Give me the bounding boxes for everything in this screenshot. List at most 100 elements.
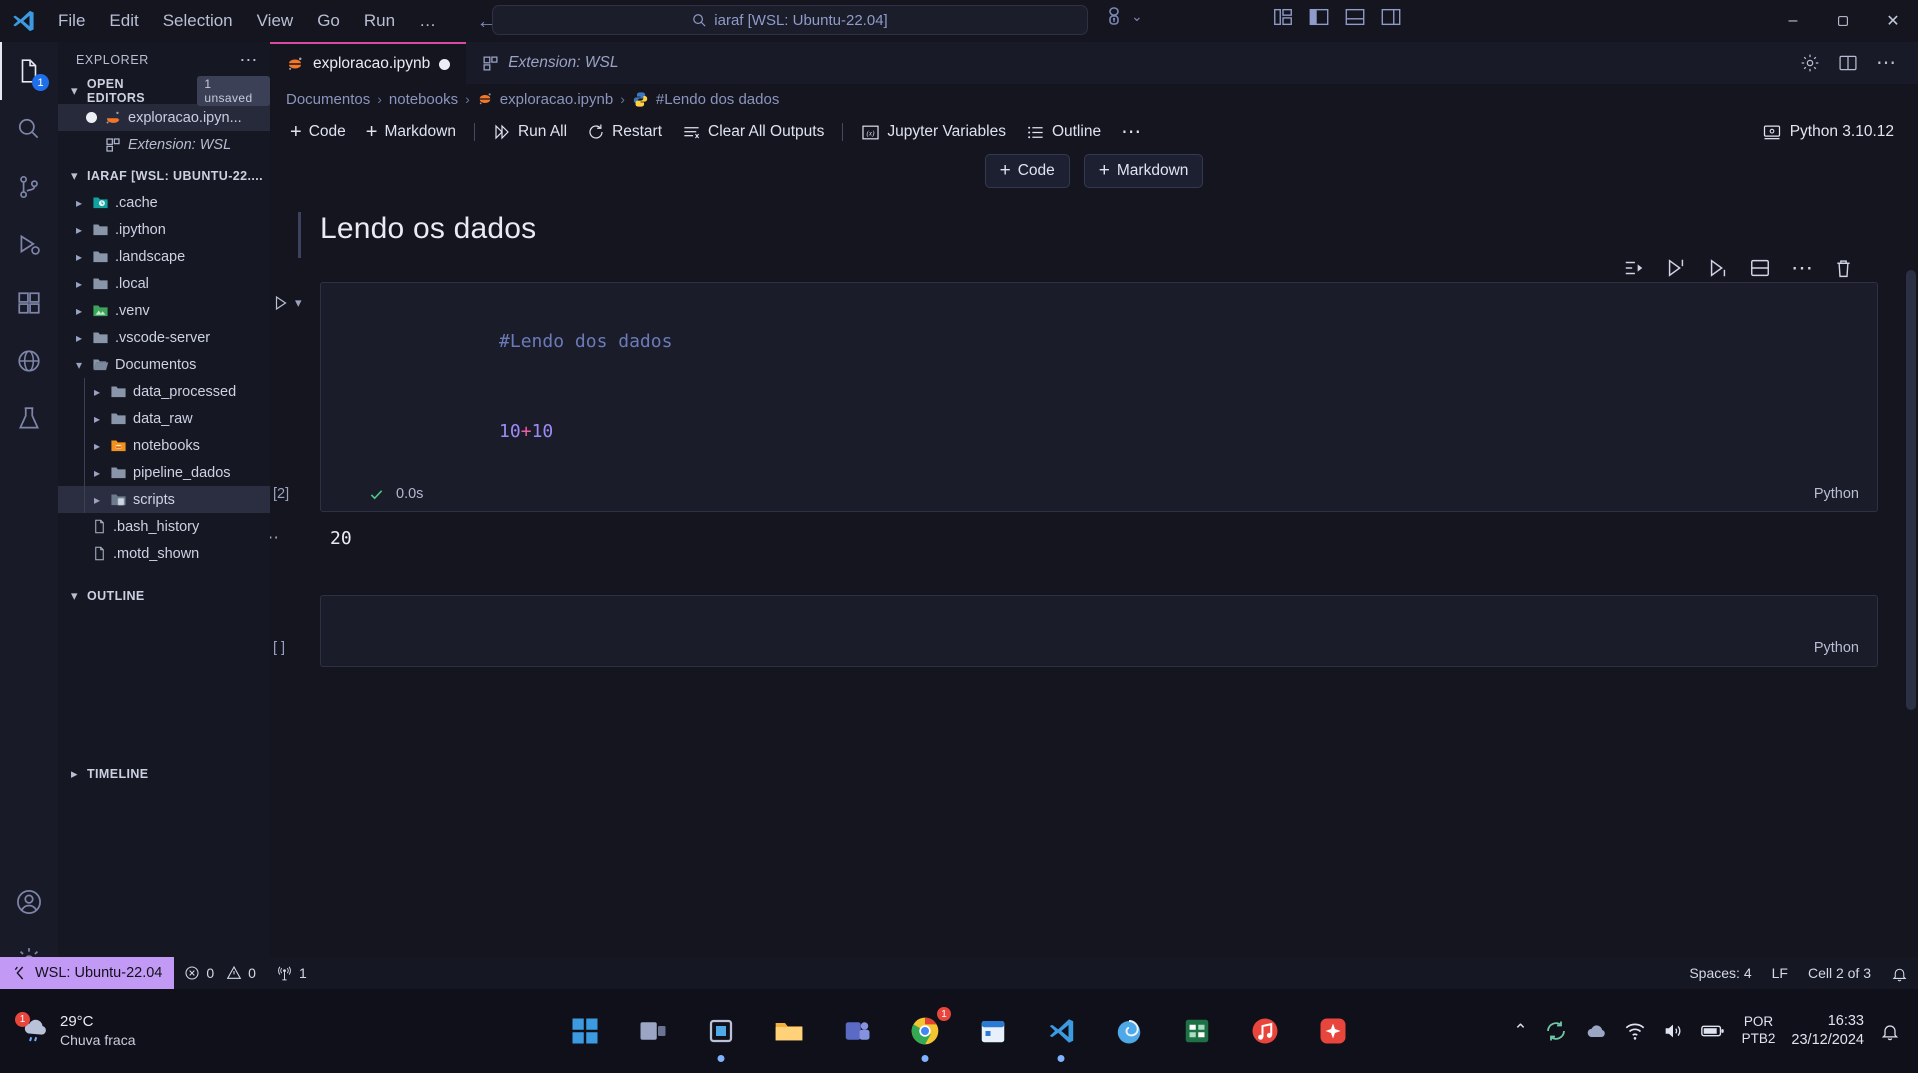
split-editor-icon[interactable] [1838, 53, 1858, 73]
taskbar-music[interactable] [1241, 1007, 1289, 1055]
jupyter-variables-button[interactable]: (x) Jupyter Variables [851, 120, 1016, 145]
toolbar-more-actions[interactable]: ⋯ [1111, 122, 1151, 142]
taskbar-excel[interactable] [1173, 1007, 1221, 1055]
activitybar-item-source-control[interactable] [0, 158, 58, 216]
menu-file[interactable]: File [46, 7, 97, 35]
section-open-editors[interactable]: ▾ OPEN EDITORS 1 unsaved [58, 76, 271, 106]
taskbar-app-extra[interactable] [1309, 1007, 1357, 1055]
status-problems[interactable]: 0 0 [174, 957, 266, 989]
tree-item-documentos[interactable]: ▾ Documentos [58, 351, 270, 378]
toggle-primary-sidebar-icon[interactable] [1308, 6, 1330, 28]
cell-language-label[interactable]: Python [1814, 486, 1877, 502]
notifications-bell-icon[interactable] [1880, 1021, 1900, 1041]
tree-item-bash_history[interactable]: .bash_history [58, 513, 270, 540]
command-center-search[interactable]: iaraf [WSL: Ubuntu-22.04] [492, 5, 1088, 35]
chevron-right-icon[interactable]: ▸ [72, 277, 86, 291]
open-editor-item-exploracao[interactable]: exploracao.ipyn... [58, 104, 270, 131]
insert-code-cell-button[interactable]: + Code [984, 154, 1070, 188]
chevron-down-icon[interactable]: ▾ [295, 295, 302, 311]
more-actions-icon[interactable]: ⋯ [1791, 257, 1813, 279]
wifi-icon[interactable] [1624, 1020, 1646, 1042]
tree-item-vscodeserver[interactable]: ▸ .vscode-server [58, 324, 270, 351]
chevron-right-icon[interactable]: ▸ [72, 223, 86, 237]
cell-language-label[interactable]: Python [1814, 640, 1859, 656]
execute-above-icon[interactable] [1665, 257, 1687, 279]
notebook-scrollbar[interactable] [1906, 270, 1916, 710]
add-markdown-cell-button[interactable]: + Markdown [356, 118, 466, 147]
taskbar-firefox[interactable] [1105, 1007, 1153, 1055]
status-remote-indicator[interactable]: WSL: Ubuntu-22.04 [0, 957, 175, 989]
dirty-indicator-icon[interactable] [86, 112, 97, 123]
activitybar-item-accounts[interactable] [0, 873, 58, 931]
taskbar-file-explorer[interactable] [765, 1007, 813, 1055]
toggle-panel-icon[interactable] [1344, 6, 1366, 28]
maximize-button[interactable] [1818, 0, 1868, 42]
tree-item-motd_shown[interactable]: .motd_shown [58, 540, 270, 567]
chevron-right-icon[interactable]: ▸ [72, 304, 86, 318]
menu-go[interactable]: Go [305, 7, 352, 35]
tab-exploracao-ipynb[interactable]: exploracao.ipynb [270, 42, 467, 84]
run-by-line-icon[interactable] [1623, 257, 1645, 279]
chevron-right-icon[interactable]: ▸ [72, 331, 86, 345]
menu-run[interactable]: Run [352, 7, 407, 35]
chevron-right-icon[interactable]: ▸ [90, 466, 104, 480]
delete-cell-icon[interactable] [1833, 258, 1854, 279]
weather-widget[interactable]: 1 29°C Chuva fraca [0, 1012, 135, 1049]
gear-icon[interactable] [1800, 53, 1820, 73]
code-cell-1[interactable]: ⋯ ▾ #Lendo dos dados 10+10 [2] 0.0s Pyth… [270, 254, 1878, 565]
sync-icon[interactable] [1544, 1019, 1568, 1043]
taskbar-calendar[interactable] [969, 1007, 1017, 1055]
tab-dirty-indicator[interactable] [439, 58, 451, 70]
more-actions-icon[interactable]: ⋯ [1876, 53, 1896, 73]
breadcrumb-item-documentos[interactable]: Documentos [286, 91, 370, 108]
status-eol[interactable]: LF [1762, 957, 1798, 989]
chevron-right-icon[interactable]: ▸ [90, 439, 104, 453]
section-timeline[interactable]: ▸ TIMELINE [58, 759, 270, 787]
menu-selection[interactable]: Selection [151, 7, 245, 35]
chevron-right-icon[interactable]: ▸ [90, 412, 104, 426]
tree-item-local[interactable]: ▸ .local [58, 270, 270, 297]
activitybar-item-extensions[interactable] [0, 274, 58, 332]
open-editor-item-extension-wsl[interactable]: Extension: WSL [58, 131, 270, 158]
taskbar-chrome[interactable]: 1 [901, 1007, 951, 1062]
tree-item-scripts[interactable]: ▸ scripts [58, 486, 270, 513]
status-ports[interactable]: 1 [266, 957, 317, 989]
chevron-right-icon[interactable]: ▸ [90, 493, 104, 507]
chevron-right-icon[interactable]: ▸ [72, 250, 86, 264]
breadcrumb-item-file[interactable]: exploracao.ipynb [500, 91, 613, 108]
section-workspace[interactable]: ▾ IARAF [WSL: UBUNTU-22.... [58, 163, 270, 189]
close-button[interactable]: ✕ [1868, 0, 1918, 42]
code-editor[interactable]: #Lendo dos dados 10+10 [2] 0.0s Python [273, 282, 1878, 512]
output-more-actions-icon[interactable]: ⋯ [270, 528, 279, 548]
run-all-button[interactable]: Run All [483, 120, 577, 144]
breadcrumb-item-symbol[interactable]: #Lendo dos dados [656, 91, 779, 108]
tree-item-cache[interactable]: ▸ .cache [58, 189, 270, 216]
tree-item-venv[interactable]: ▸ .venv [58, 297, 270, 324]
clock[interactable]: 16:33 23/12/2024 [1791, 1012, 1864, 1050]
tab-extension-wsl[interactable]: Extension: WSL [466, 42, 635, 84]
clear-all-outputs-button[interactable]: Clear All Outputs [672, 120, 834, 145]
restart-kernel-button[interactable]: Restart [577, 120, 672, 144]
sidebar-more-actions-icon[interactable]: ⋯ [239, 50, 258, 71]
activitybar-item-search[interactable] [0, 100, 58, 158]
tree-item-data_raw[interactable]: ▸ data_raw [58, 405, 270, 432]
breadcrumb-item-notebooks[interactable]: notebooks [389, 91, 458, 108]
toggle-secondary-sidebar-icon[interactable] [1380, 6, 1402, 28]
taskbar-snipping-tool[interactable] [697, 1007, 745, 1062]
remote-indicator-button[interactable]: ⌄ [1102, 4, 1143, 28]
run-cell-icon[interactable] [272, 294, 290, 312]
code-editor[interactable]: [ ] Python [273, 595, 1878, 667]
battery-icon[interactable] [1700, 1018, 1726, 1044]
status-notifications[interactable] [1881, 957, 1918, 989]
tray-chevron-up-icon[interactable]: ⌃ [1513, 1021, 1527, 1041]
code-cell-2[interactable]: [ ] Python [273, 595, 1878, 667]
activitybar-item-run-debug[interactable] [0, 216, 58, 274]
menu-more[interactable]: … [407, 7, 448, 35]
input-language-indicator[interactable]: POR PTB2 [1742, 1014, 1776, 1048]
split-cell-icon[interactable] [1749, 257, 1771, 279]
tree-item-pipeline_dados[interactable]: ▸ pipeline_dados [58, 459, 270, 486]
kernel-selector[interactable]: Python 3.10.12 [1762, 122, 1918, 142]
chevron-right-icon[interactable]: ▸ [72, 196, 86, 210]
minimize-button[interactable]: – [1768, 0, 1818, 42]
activitybar-item-testing[interactable] [0, 390, 58, 448]
